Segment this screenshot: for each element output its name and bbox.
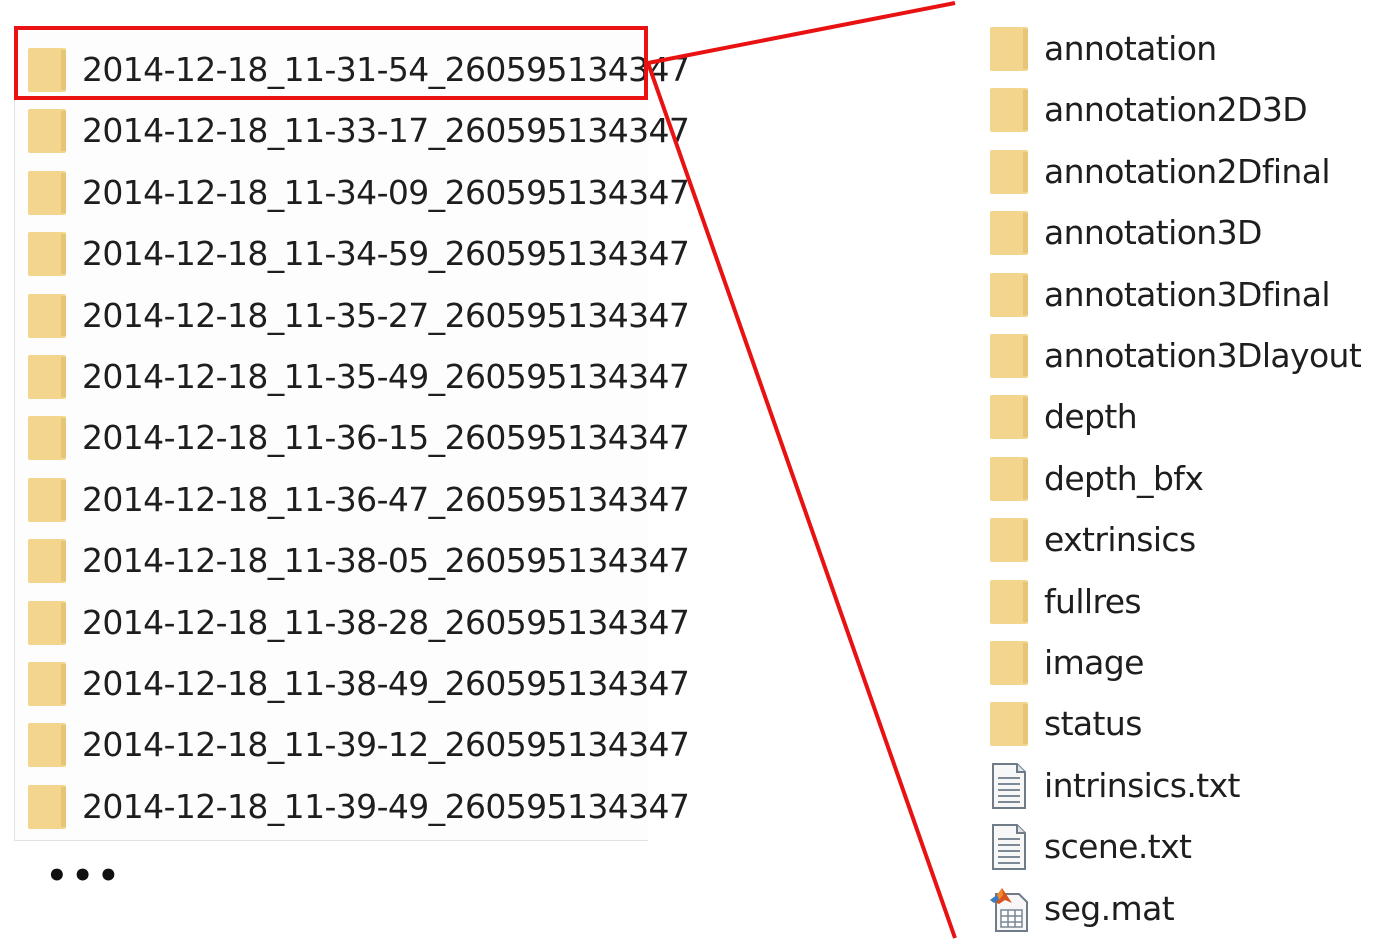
file-name: intrinsics.txt [1044, 766, 1240, 805]
file-name: seg.mat [1044, 889, 1175, 928]
folder-list-item[interactable]: 2014-12-18_11-36-47_260595134347 [14, 469, 690, 530]
folder-icon [990, 395, 1028, 439]
folder-name: 2014-12-18_11-39-49_260595134347 [82, 787, 690, 826]
folder-icon [28, 294, 66, 338]
folder-list-item[interactable]: 2014-12-18_11-34-09_260595134347 [14, 162, 690, 223]
folder-name: status [1044, 704, 1142, 743]
folder-list-item[interactable]: 2014-12-18_11-38-49_260595134347 [14, 653, 690, 714]
folder-list-item[interactable]: annotation [990, 18, 1390, 79]
folder-icon [28, 785, 66, 829]
folder-icon [990, 211, 1028, 255]
file-list-item[interactable]: intrinsics.txt [990, 755, 1390, 816]
folder-name: extrinsics [1044, 520, 1196, 559]
connector-line-top [647, 1, 956, 65]
folder-icon [28, 48, 66, 92]
folder-list-item[interactable]: status [990, 693, 1390, 754]
folder-list-item[interactable]: 2014-12-18_11-34-59_260595134347 [14, 223, 690, 284]
folder-list-item[interactable]: annotation3D [990, 202, 1390, 263]
folder-name: 2014-12-18_11-33-17_260595134347 [82, 111, 690, 150]
folder-name: 2014-12-18_11-36-47_260595134347 [82, 480, 690, 519]
folder-icon [990, 273, 1028, 317]
folder-name: 2014-12-18_11-34-09_260595134347 [82, 173, 690, 212]
folder-icon [28, 109, 66, 153]
folder-name: 2014-12-18_11-36-15_260595134347 [82, 418, 690, 457]
file-name: scene.txt [1044, 827, 1192, 866]
folder-list-item[interactable]: 2014-12-18_11-39-12_260595134347 [14, 714, 690, 775]
folder-name: depth [1044, 397, 1138, 436]
folder-name: annotation2Dfinal [1044, 152, 1331, 191]
folder-name: image [1044, 643, 1144, 682]
folder-list-item[interactable]: 2014-12-18_11-31-54_260595134347 [14, 39, 690, 100]
folder-name: annotation [1044, 29, 1217, 68]
folder-name: 2014-12-18_11-31-54_260595134347 [82, 50, 690, 89]
folder-icon [28, 416, 66, 460]
folder-icon [990, 150, 1028, 194]
folder-name: 2014-12-18_11-34-59_260595134347 [82, 234, 690, 273]
text-file-icon [990, 824, 1028, 870]
folder-name: annotation2D3D [1044, 90, 1308, 129]
folder-name: 2014-12-18_11-35-27_260595134347 [82, 296, 690, 335]
folder-name: 2014-12-18_11-38-28_260595134347 [82, 603, 690, 642]
folder-list-item[interactable]: 2014-12-18_11-38-05_260595134347 [14, 530, 690, 591]
folder-icon [28, 478, 66, 522]
folder-list-item[interactable]: 2014-12-18_11-38-28_260595134347 [14, 592, 690, 653]
folder-icon [990, 580, 1028, 624]
folder-list-item[interactable]: depth_bfx [990, 448, 1390, 509]
folder-icon [990, 702, 1028, 746]
folder-icon [990, 334, 1028, 378]
folder-list-item[interactable]: annotation2D3D [990, 79, 1390, 140]
folder-icon [990, 27, 1028, 71]
folder-name: annotation3Dlayout [1044, 336, 1362, 375]
folder-list-item[interactable]: 2014-12-18_11-35-49_260595134347 [14, 346, 690, 407]
folder-list-item[interactable]: 2014-12-18_11-39-49_260595134347 [14, 776, 690, 837]
folder-icon [28, 539, 66, 583]
folder-list-item[interactable]: 2014-12-18_11-33-17_260595134347 [14, 100, 690, 161]
connector-line-bottom [646, 62, 957, 939]
folder-icon [28, 232, 66, 276]
folder-list-item[interactable]: 2014-12-18_11-35-27_260595134347 [14, 285, 690, 346]
folder-list-item[interactable]: annotation2Dfinal [990, 141, 1390, 202]
folder-list-item[interactable]: annotation3Dlayout [990, 325, 1390, 386]
matlab-file-icon [990, 886, 1028, 932]
folder-list-item[interactable]: 2014-12-18_11-36-15_260595134347 [14, 407, 690, 468]
folder-name: annotation3Dfinal [1044, 275, 1331, 314]
folder-list-item[interactable]: image [990, 632, 1390, 693]
folder-name: annotation3D [1044, 213, 1262, 252]
file-list-item[interactable]: seg.mat [990, 878, 1390, 939]
more-items-indicator: ••• [46, 856, 124, 896]
folder-list-item[interactable]: fullres [990, 571, 1390, 632]
folder-name: fullres [1044, 582, 1142, 621]
folder-list-item[interactable]: depth [990, 386, 1390, 447]
folder-icon [28, 601, 66, 645]
folder-icon [28, 355, 66, 399]
folder-name: 2014-12-18_11-38-49_260595134347 [82, 664, 690, 703]
folder-icon [990, 518, 1028, 562]
folder-icon [990, 641, 1028, 685]
folder-list-item[interactable]: extrinsics [990, 509, 1390, 570]
folder-icon [990, 88, 1028, 132]
folder-list-item[interactable]: annotation3Dfinal [990, 264, 1390, 325]
folder-icon [28, 723, 66, 767]
folder-name: 2014-12-18_11-35-49_260595134347 [82, 357, 690, 396]
folder-name: 2014-12-18_11-39-12_260595134347 [82, 725, 690, 764]
folder-icon [990, 457, 1028, 501]
file-list-item[interactable]: scene.txt [990, 816, 1390, 877]
text-file-icon [990, 763, 1028, 809]
folder-icon [28, 171, 66, 215]
folder-name: 2014-12-18_11-38-05_260595134347 [82, 541, 690, 580]
folder-icon [28, 662, 66, 706]
folder-name: depth_bfx [1044, 459, 1204, 498]
